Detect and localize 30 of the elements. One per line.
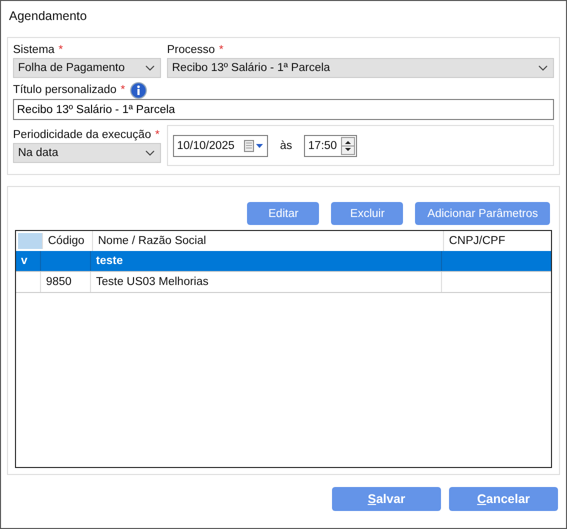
column-header: CNPJ/CPF — [448, 234, 506, 249]
table-cell: Teste US03 Melhorias — [96, 276, 208, 288]
required-mark: * — [58, 44, 64, 56]
time-spinner[interactable]: 17:50 — [304, 134, 358, 156]
periodicidade-dropdown[interactable]: Na data — [13, 143, 161, 163]
at-label: às — [280, 140, 292, 152]
calendar-icon — [244, 140, 264, 152]
field-label: Título personalizado — [13, 84, 117, 96]
required-mark: * — [120, 84, 126, 96]
required-mark: * — [155, 129, 160, 141]
info-icon[interactable] — [130, 82, 148, 98]
chevron-down-icon — [145, 65, 155, 71]
row-indicator: v — [21, 255, 28, 267]
processo-dropdown[interactable]: Recibo 13º Salário - 1ª Parcela — [167, 58, 554, 78]
header-corner — [18, 233, 43, 249]
sistema-dropdown[interactable]: Folha de Pagamento — [13, 58, 161, 78]
field-label: Sistema — [13, 44, 55, 56]
table-cell: 9850 — [46, 276, 72, 288]
chevron-down-icon — [145, 150, 155, 156]
title-input[interactable]: Recibo 13º Salário - 1ª Parcela — [13, 99, 554, 120]
date-picker[interactable]: 10/10/2025 — [173, 134, 268, 156]
table-row[interactable]: 9850 Teste US03 Melhorias — [16, 272, 551, 293]
field-label: Periodicidade da execução — [13, 129, 152, 141]
chevron-down-icon — [538, 65, 548, 71]
spin-arrows-icon — [341, 136, 356, 154]
field-label: Processo — [167, 44, 215, 56]
required-mark: * — [218, 44, 224, 56]
window-title: Agendamento — [8, 8, 88, 25]
table-row[interactable]: v teste — [16, 251, 551, 272]
table-cell: teste — [96, 255, 123, 267]
